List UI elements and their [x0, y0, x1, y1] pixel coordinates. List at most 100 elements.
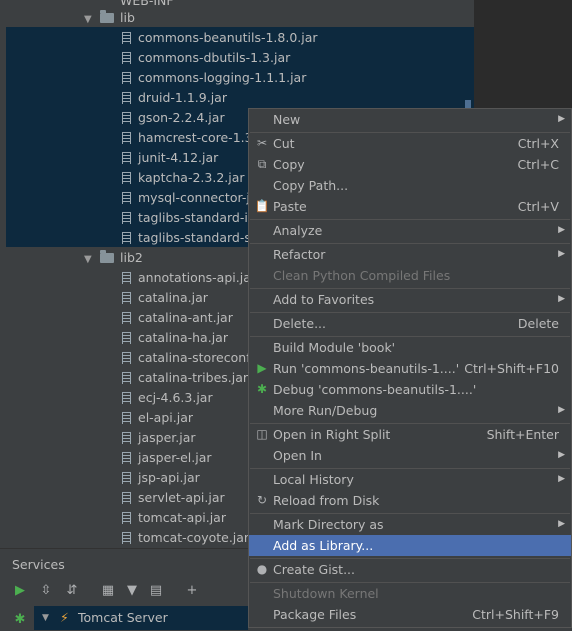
jar-item[interactable]: tomcat-api.jar: [122, 508, 226, 528]
jar-item[interactable]: commons-dbutils-1.3.jar: [122, 48, 290, 68]
jar-item[interactable]: catalina-ant.jar: [122, 308, 233, 328]
jar-label: kaptcha-2.3.2.jar: [138, 170, 245, 185]
tree-folder-lib[interactable]: ▼ lib: [84, 8, 135, 28]
chevron-down-icon[interactable]: ▼: [84, 250, 94, 270]
menu-label: Refactor: [273, 247, 326, 262]
jar-item[interactable]: druid-1.1.9.jar: [122, 88, 227, 108]
jar-item[interactable]: commons-beanutils-1.8.0.jar: [122, 28, 318, 48]
jar-item[interactable]: ecj-4.6.3.jar: [122, 388, 213, 408]
jar-icon: [122, 192, 131, 204]
jar-item[interactable]: commons-logging-1.1.1.jar: [122, 68, 306, 88]
menu-item-delete[interactable]: Delete... Delete: [249, 313, 571, 334]
menu-item-create-gist[interactable]: ● Create Gist...: [249, 559, 571, 580]
menu-item-mark-directory[interactable]: Mark Directory as ▶: [249, 514, 571, 535]
jar-item[interactable]: tomcat-coyote.jar: [122, 528, 249, 548]
menu-label: Paste: [273, 199, 307, 214]
jar-item[interactable]: mysql-connector-ja: [122, 188, 257, 208]
group-icon[interactable]: ▦: [100, 583, 116, 599]
menu-item-analyze[interactable]: Analyze ▶: [249, 220, 571, 241]
scissors-icon: ✂: [256, 136, 268, 150]
jar-label: commons-beanutils-1.8.0.jar: [138, 30, 318, 45]
jar-item[interactable]: catalina-ha.jar: [122, 328, 228, 348]
submenu-arrow-icon: ▶: [558, 474, 565, 484]
menu-label: Debug 'commons-beanutils-1....': [273, 382, 477, 397]
tree-folder-lib2[interactable]: ▼ lib2: [84, 248, 143, 268]
web-inf-folder-label[interactable]: WEB-INF: [120, 0, 174, 8]
jar-item[interactable]: jasper.jar: [122, 428, 196, 448]
menu-item-reload[interactable]: ↻ Reload from Disk: [249, 490, 571, 511]
menu-item-copy[interactable]: ⧉ Copy Ctrl+C: [249, 154, 571, 175]
services-panel: Services ▶ ⇳ ⇵ ▦ ▼ ▤ + ✱ ▼ ⚡ Tomcat Serv…: [0, 548, 248, 631]
clipboard-icon: 📋: [254, 199, 270, 213]
jar-icon: [122, 152, 131, 164]
jar-item[interactable]: catalina-storeconfig: [122, 348, 262, 368]
tomcat-server-row[interactable]: ▼ ⚡ Tomcat Server: [34, 606, 248, 630]
menu-item-build-module[interactable]: Build Module 'book': [249, 337, 571, 358]
jar-icon: [122, 372, 131, 384]
chevron-down-icon[interactable]: ▼: [42, 606, 49, 630]
jar-label: catalina-ant.jar: [138, 310, 233, 325]
jar-item[interactable]: gson-2.2.4.jar: [122, 108, 225, 128]
reload-icon: ↻: [256, 493, 268, 507]
jar-item[interactable]: taglibs-standard-sp: [122, 228, 259, 248]
context-menu[interactable]: New ▶ ✂ Cut Ctrl+X ⧉ Copy Ctrl+C Copy Path...…: [248, 108, 572, 628]
menu-item-add-favorites[interactable]: Add to Favorites ▶: [249, 289, 571, 310]
jar-item[interactable]: catalina.jar: [122, 288, 208, 308]
menu-label: Build Module 'book': [273, 340, 396, 355]
menu-label: More Run/Debug: [273, 403, 378, 418]
jar-item[interactable]: kaptcha-2.3.2.jar: [122, 168, 245, 188]
jar-icon: [122, 392, 131, 404]
menu-shortcut: Shift+Enter: [486, 427, 559, 442]
collapse-all-icon[interactable]: ⇵: [64, 583, 80, 599]
jar-icon: [122, 532, 131, 544]
jar-icon: [122, 212, 131, 224]
jar-label: tomcat-api.jar: [138, 510, 226, 525]
menu-item-debug[interactable]: ✱ Debug 'commons-beanutils-1....': [249, 379, 571, 400]
menu-item-run[interactable]: ▶ Run 'commons-beanutils-1....' Ctrl+Shift…: [249, 358, 571, 379]
jar-item[interactable]: jasper-el.jar: [122, 448, 212, 468]
jar-icon: [122, 172, 131, 184]
menu-item-copy-path[interactable]: Copy Path...: [249, 175, 571, 196]
debug-bug-icon[interactable]: ✱: [12, 612, 28, 628]
jar-item[interactable]: taglibs-standard-im: [122, 208, 260, 228]
menu-item-cut[interactable]: ✂ Cut Ctrl+X: [249, 133, 571, 154]
services-title: Services: [12, 557, 65, 572]
menu-item-package-files[interactable]: Package Files Ctrl+Shift+F9: [249, 604, 571, 625]
jar-item[interactable]: annotations-api.jar: [122, 268, 256, 288]
menu-item-new[interactable]: New ▶: [249, 109, 571, 130]
jar-icon: [122, 432, 131, 444]
jar-item[interactable]: jsp-api.jar: [122, 468, 200, 488]
jar-item[interactable]: el-api.jar: [122, 408, 193, 428]
jar-item[interactable]: junit-4.12.jar: [122, 148, 218, 168]
menu-label: Copy: [273, 157, 305, 172]
run-icon[interactable]: ▶: [12, 583, 28, 599]
folder-label: lib2: [120, 250, 143, 265]
jar-label: tomcat-coyote.jar: [138, 530, 250, 545]
jar-icon: [122, 52, 131, 64]
editor-area-strip: [474, 0, 572, 108]
menu-label: Copy Path...: [273, 178, 349, 193]
services-side: ✱: [0, 606, 34, 631]
chevron-down-icon[interactable]: ▼: [84, 10, 94, 30]
jar-item[interactable]: catalina-tribes.jar: [122, 368, 248, 388]
menu-item-refactor[interactable]: Refactor ▶: [249, 244, 571, 265]
jar-item[interactable]: servlet-api.jar: [122, 488, 225, 508]
menu-shortcut: Delete: [517, 316, 559, 331]
expand-all-icon[interactable]: ⇳: [38, 583, 54, 599]
menu-item-paste[interactable]: 📋 Paste Ctrl+V: [249, 196, 571, 217]
menu-label: New: [273, 112, 301, 127]
menu-item-open-in[interactable]: Open In ▶: [249, 445, 571, 466]
filter-icon[interactable]: ▼: [124, 583, 140, 599]
submenu-arrow-icon: ▶: [558, 519, 565, 529]
layout-icon[interactable]: ▤: [148, 583, 164, 599]
menu-item-more-run[interactable]: More Run/Debug ▶: [249, 400, 571, 421]
scrollbar-thumb[interactable]: [465, 100, 471, 108]
menu-label: Delete...: [273, 316, 326, 331]
jar-label: taglibs-standard-sp: [138, 230, 259, 245]
menu-item-add-library[interactable]: Add as Library...: [249, 535, 571, 556]
jar-icon: [122, 112, 131, 124]
add-icon[interactable]: +: [184, 583, 200, 599]
menu-item-local-history[interactable]: Local History ▶: [249, 469, 571, 490]
menu-item-open-right-split[interactable]: ◫ Open in Right Split Shift+Enter: [249, 424, 571, 445]
tomcat-server-label: Tomcat Server: [78, 610, 168, 625]
